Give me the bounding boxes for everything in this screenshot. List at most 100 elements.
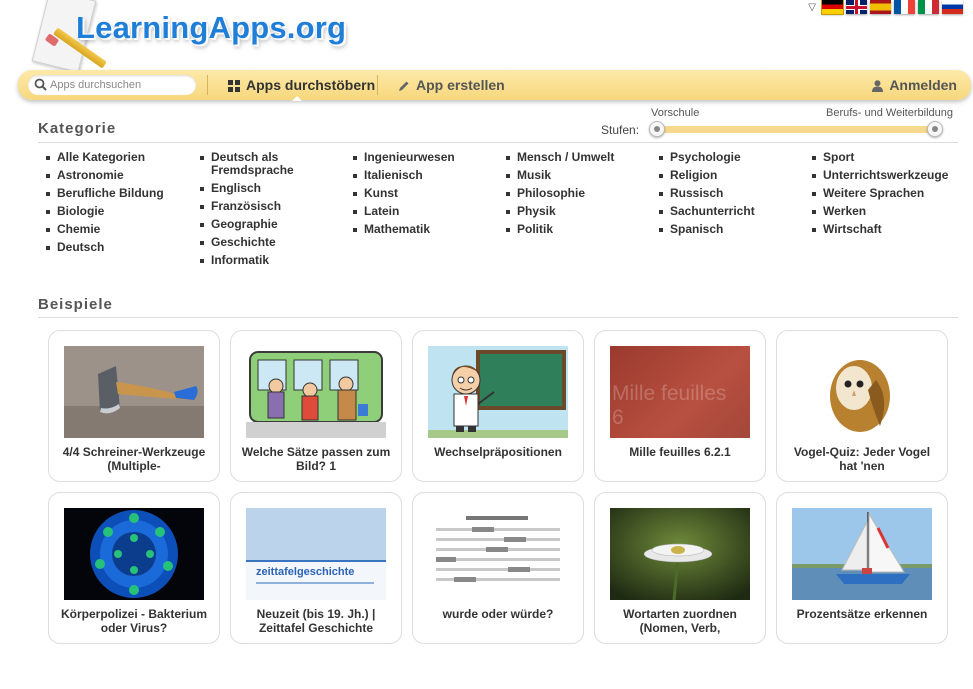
site-logo[interactable]: LearningApps.org (30, 0, 360, 73)
zeittafel-thumbnail: zeittafelgeschichte (246, 508, 386, 600)
divider (38, 317, 958, 318)
example-card[interactable]: Wortarten zuordnen (Nomen, Verb, (594, 492, 766, 644)
category-link[interactable]: Religion (655, 169, 805, 182)
flag-es-icon[interactable] (870, 0, 891, 14)
example-card[interactable]: Vogel-Quiz: Jeder Vogel hat 'nen (776, 330, 948, 482)
language-dropdown-icon[interactable]: ▽ (808, 2, 816, 13)
category-link[interactable]: Biologie (42, 205, 192, 218)
owl-thumbnail (792, 346, 932, 438)
search-input[interactable] (50, 75, 190, 95)
category-link[interactable]: Werken (808, 205, 968, 218)
category-link[interactable]: Englisch (196, 182, 316, 195)
divider (38, 142, 958, 143)
level-slider-max-handle[interactable] (927, 121, 943, 137)
example-card[interactable]: Wechselpräpositionen (412, 330, 584, 482)
category-heading: Kategorie (38, 120, 117, 137)
category-link[interactable]: Philosophie (502, 187, 652, 200)
example-card[interactable]: 4/4 Schreiner-Werkzeuge (Multiple- (48, 330, 220, 482)
category-link[interactable]: Musik (502, 169, 652, 182)
flag-fr-icon[interactable] (894, 0, 915, 14)
virus-thumbnail (64, 508, 204, 600)
example-title: Vogel-Quiz: Jeder Vogel hat 'nen (793, 445, 931, 473)
category-link[interactable]: Wirtschaft (808, 223, 968, 236)
level-max-label: Berufs- und Weiterbildung (826, 107, 953, 119)
category-column: Sport Unterrichtswerkzeuge Weitere Sprac… (808, 151, 968, 241)
example-title: Prozentsätze erkennen (796, 607, 928, 621)
category-link[interactable]: Ingenieurwesen (349, 151, 499, 164)
search-box (28, 75, 196, 95)
example-title: Körperpolizei - Bakterium oder Virus? (60, 607, 208, 635)
category-link[interactable]: Deutsch (42, 241, 192, 254)
gap-text-thumbnail (428, 508, 568, 600)
example-card[interactable]: Körperpolizei - Bakterium oder Virus? (48, 492, 220, 644)
example-card[interactable]: wurde oder würde? (412, 492, 584, 644)
category-link[interactable]: Latein (349, 205, 499, 218)
train-thumbnail (246, 346, 386, 438)
category-link[interactable]: Italienisch (349, 169, 499, 182)
example-title: 4/4 Schreiner-Werkzeuge (Multiple- (62, 445, 206, 473)
example-title: Wortarten zuordnen (Nomen, Verb, (623, 607, 737, 635)
category-link[interactable]: Sport (808, 151, 968, 164)
category-link[interactable]: Informatik (196, 254, 316, 267)
example-title: Mille feuilles 6.2.1 (629, 445, 731, 459)
nav-separator (377, 75, 378, 95)
example-title: Welche Sätze passen zum Bild? 1 (241, 445, 391, 473)
logo-text: LearningApps.org (76, 10, 347, 45)
create-app-label: App erstellen (416, 77, 505, 93)
example-card[interactable]: Welche Sätze passen zum Bild? 1 (230, 330, 402, 482)
category-link[interactable]: Berufliche Bildung (42, 187, 192, 200)
zeittafel-thumb-text: zeittafelgeschichte (256, 566, 355, 578)
search-icon[interactable] (33, 77, 49, 93)
create-app-link[interactable]: App erstellen (398, 70, 505, 100)
examples-heading: Beispiele (38, 296, 113, 313)
grid-icon (228, 80, 240, 93)
level-label: Stufen: (601, 123, 640, 137)
category-link[interactable]: Astronomie (42, 169, 192, 182)
example-card[interactable]: zeittafelgeschichte Neuzeit (bis 19. Jh.… (230, 492, 402, 644)
example-title: Wechselpräpositionen (434, 445, 562, 459)
level-slider-track[interactable] (656, 126, 936, 133)
category-column: Mensch / Umwelt Musik Philosophie Physik… (502, 151, 652, 241)
flag-de-icon[interactable] (821, 0, 844, 15)
category-link[interactable]: Geschichte (196, 236, 316, 249)
mille-feuilles-thumb-text: Mille feuilles 6 (612, 382, 727, 429)
category-link[interactable]: Französisch (196, 200, 316, 213)
active-tab-caret (292, 96, 302, 101)
nav-separator (207, 75, 208, 95)
pencil-icon (399, 81, 409, 92)
category-link[interactable]: Unterrichtswerkzeuge (808, 169, 968, 182)
category-column: Ingenieurwesen Italienisch Kunst Latein … (349, 151, 499, 241)
category-link[interactable]: Politik (502, 223, 652, 236)
category-link[interactable]: Russisch (655, 187, 805, 200)
flag-it-icon[interactable] (918, 0, 939, 14)
zeittafel-rule (256, 582, 374, 584)
category-link[interactable]: Psychologie (655, 151, 805, 164)
example-title: Neuzeit (bis 19. Jh.) | Zeittafel Geschi… (256, 607, 376, 635)
category-link[interactable]: Deutsch als Fremdsprache (196, 151, 316, 177)
level-slider-min-handle[interactable] (649, 121, 665, 137)
category-link[interactable]: Spanisch (655, 223, 805, 236)
sailboat-thumbnail (792, 508, 932, 600)
axe-thumbnail (64, 346, 204, 438)
flower-thumbnail (610, 508, 750, 600)
browse-apps-label: Apps durchstöbern (246, 77, 376, 93)
login-link[interactable]: Anmelden (872, 70, 957, 100)
category-link[interactable]: Physik (502, 205, 652, 218)
category-link[interactable]: Weitere Sprachen (808, 187, 968, 200)
category-column: Deutsch als Fremdsprache Englisch Franzö… (196, 151, 316, 272)
user-icon (872, 80, 884, 93)
example-card[interactable]: Mille feuilles 6 Mille feuilles 6.2.1 (594, 330, 766, 482)
example-card[interactable]: Prozentsätze erkennen (776, 492, 948, 644)
category-link[interactable]: Mensch / Umwelt (502, 151, 652, 164)
category-link[interactable]: Geographie (196, 218, 316, 231)
category-link[interactable]: Kunst (349, 187, 499, 200)
login-label: Anmelden (889, 77, 957, 93)
category-column: Alle Kategorien Astronomie Berufliche Bi… (42, 151, 192, 259)
flag-gb-icon[interactable] (846, 0, 867, 14)
category-link[interactable]: Sachunterricht (655, 205, 805, 218)
flag-ru-icon[interactable] (942, 0, 963, 14)
teacher-thumbnail (428, 346, 568, 438)
category-link[interactable]: Mathematik (349, 223, 499, 236)
category-link[interactable]: Chemie (42, 223, 192, 236)
category-link[interactable]: Alle Kategorien (42, 151, 192, 164)
